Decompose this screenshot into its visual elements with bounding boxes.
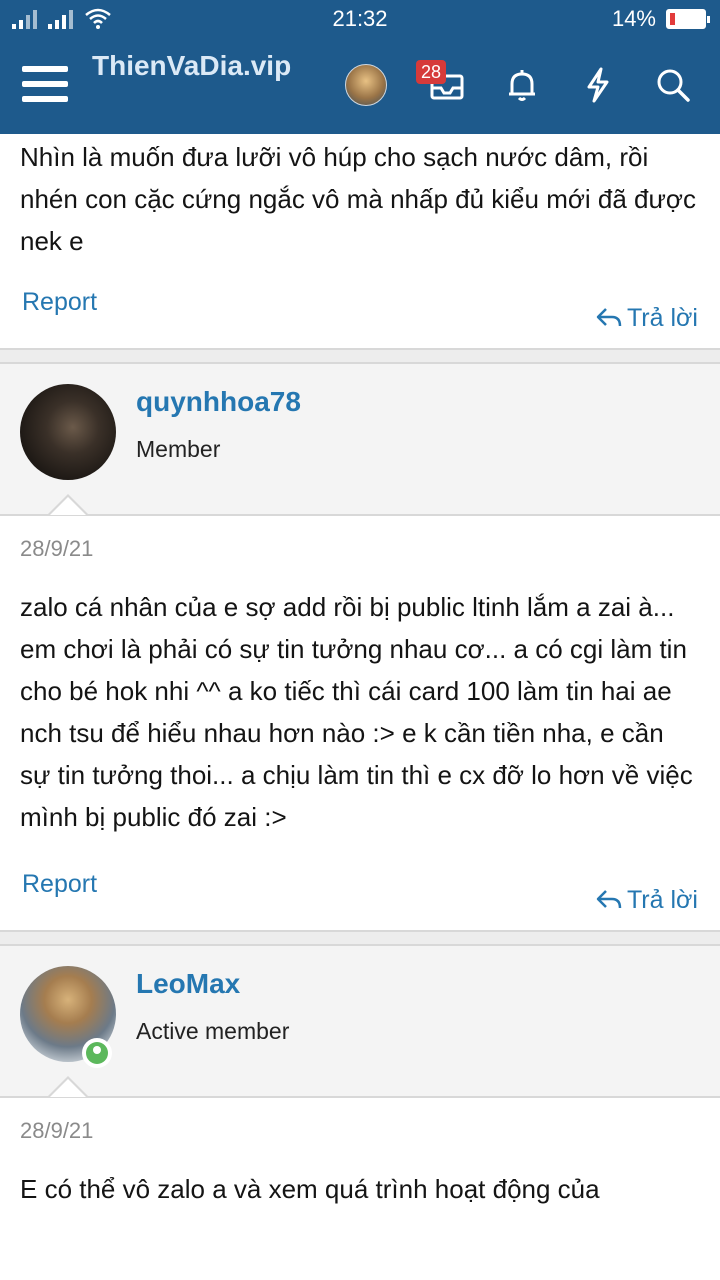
battery-fill	[670, 13, 676, 25]
notification-badge[interactable]: 28	[416, 60, 447, 84]
reply-label: Trả lời	[626, 885, 698, 914]
search-icon[interactable]	[652, 64, 694, 106]
post-separator	[0, 930, 720, 946]
avatar[interactable]	[20, 384, 116, 480]
post-body: E có thể vô zalo a và xem quá trình hoạt…	[20, 1174, 600, 1204]
pointer-arrow	[50, 497, 86, 515]
reply-icon	[596, 890, 622, 909]
avatar[interactable]	[345, 64, 387, 106]
reply-button[interactable]: Trả lời	[595, 288, 698, 348]
username[interactable]: quynhhoa78	[136, 386, 301, 418]
reply-icon	[596, 308, 622, 327]
post-actions: Report Trả lời	[0, 288, 720, 348]
post-date[interactable]: 28/9/21	[0, 1098, 720, 1144]
battery-icon	[666, 9, 710, 29]
post-actions: Report Trả lời	[0, 870, 720, 930]
post-body: Nhìn là muốn đưa lưỡi vô húp cho sạch nư…	[20, 142, 696, 256]
user-block: LeoMax Active member	[0, 946, 720, 1097]
app-header: ThienVaDia.vip 28	[0, 36, 720, 134]
report-link[interactable]: Report	[22, 288, 97, 348]
username[interactable]: LeoMax	[136, 968, 240, 1000]
pointer-arrow	[50, 1079, 86, 1097]
reply-button[interactable]: Trả lời	[595, 870, 698, 930]
menu-icon[interactable]	[22, 66, 68, 102]
reply-label: Trả lời	[626, 303, 698, 332]
bell-icon[interactable]	[501, 64, 543, 106]
report-link[interactable]: Report	[22, 870, 97, 930]
site-title[interactable]: ThienVaDia.vip	[92, 46, 292, 86]
battery-percent: 14%	[611, 6, 656, 31]
thread-content: Nhìn là muốn đưa lưỡi vô húp cho sạch nư…	[0, 134, 720, 1210]
user-title: Member	[136, 436, 221, 462]
post-date[interactable]: 28/9/21	[0, 516, 720, 562]
user-title: Active member	[136, 1018, 290, 1044]
post-body: zalo cá nhân của e sợ add rồi bị public …	[20, 592, 693, 832]
post-separator	[0, 348, 720, 364]
user-block: quynhhoa78 Member	[0, 364, 720, 515]
online-status-icon	[82, 1038, 112, 1068]
status-bar: 21:32 14%	[0, 0, 720, 36]
bolt-icon[interactable]	[577, 64, 619, 106]
